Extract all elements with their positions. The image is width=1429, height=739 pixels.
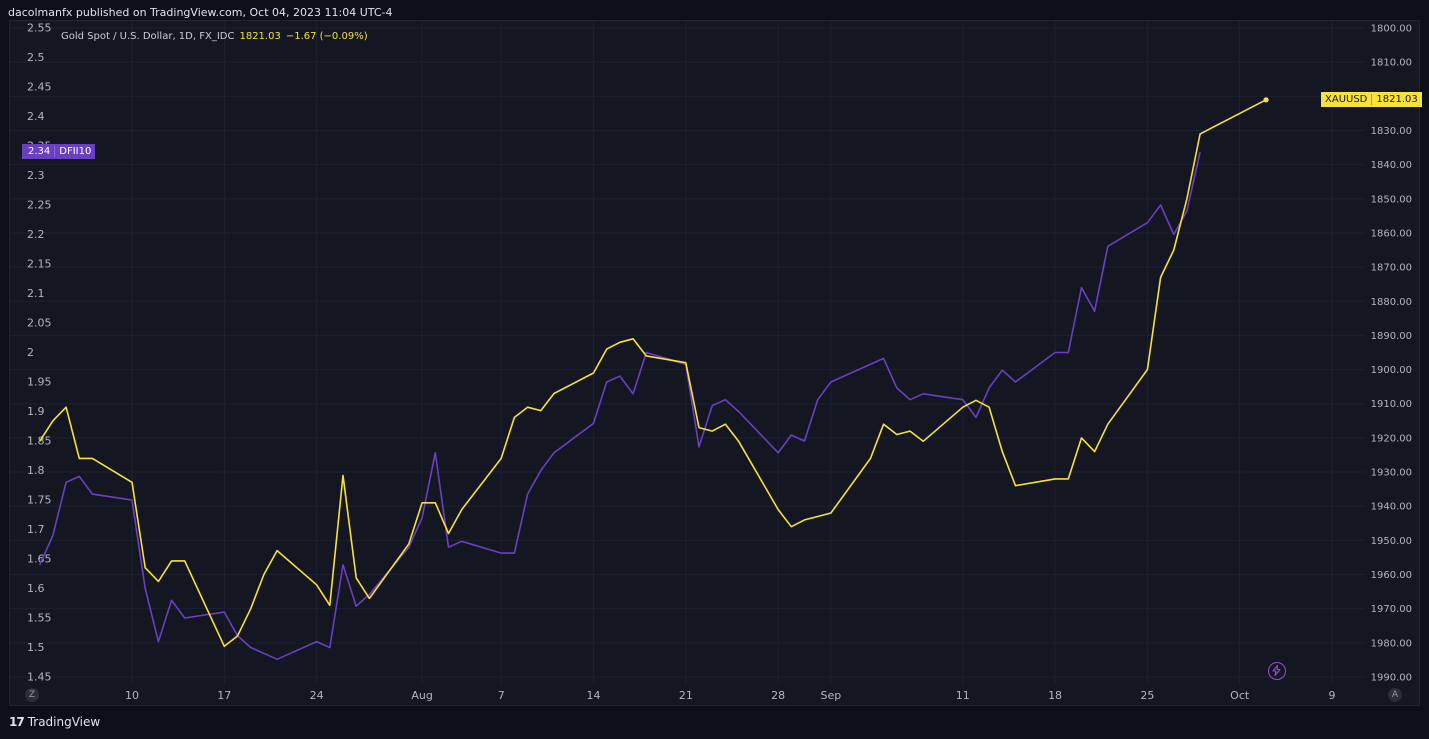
left-axis-tick-label: 2.4 <box>27 110 45 123</box>
left-axis-tick-label: 1.45 <box>27 671 52 684</box>
left-axis-tick-label: 2.1 <box>27 287 45 300</box>
legend-price: 1821.03 <box>239 31 281 42</box>
right-axis-tick-label: 1830.00 <box>1371 126 1412 137</box>
left-axis-tick-label: 1.65 <box>27 553 52 566</box>
tradingview-logo-icon: 17 <box>9 715 25 729</box>
time-axis-tick-label: 21 <box>679 689 693 702</box>
time-axis-tick-label: 11 <box>956 689 970 702</box>
time-axis[interactable]: 10 17 24 Aug 7 14 21 28 Sep 11 18 25 Oct 9 <box>125 689 1336 702</box>
left-axis-tick-label: 1.8 <box>27 464 45 477</box>
right-axis-tick-label: 1910.00 <box>1371 399 1412 410</box>
time-axis-tick-label: 17 <box>217 689 231 702</box>
symbol-legend[interactable]: Gold Spot / U.S. Dollar, 1D, FX_IDC 1821.… <box>61 31 368 42</box>
right-axis-tick-label: 1850.00 <box>1371 194 1412 205</box>
tradingview-footer[interactable]: 17 TradingView <box>9 715 100 729</box>
left-axis-tick-label: 2.45 <box>27 81 52 94</box>
right-axis-tick-label: 1970.00 <box>1371 604 1412 615</box>
right-axis-tick-label: 1810.00 <box>1371 58 1412 69</box>
left-axis-tick-label: 2.2 <box>27 228 45 241</box>
series-line-xauusd[interactable] <box>39 99 1267 648</box>
right-price-axis[interactable]: 1800.001810.001820.001830.001840.001850.… <box>1371 24 1412 684</box>
time-axis-tick-label: 28 <box>771 689 785 702</box>
legend-change: −1.67 (−0.09%) <box>285 31 368 42</box>
time-axis-tick-label: Oct <box>1230 689 1250 702</box>
left-axis-tick-label: 1.95 <box>27 376 52 389</box>
left-axis-tick-label: 2.25 <box>27 199 52 212</box>
right-axis-tick-label: 1870.00 <box>1371 263 1412 274</box>
left-axis-tick-label: 2.15 <box>27 258 52 271</box>
right-axis-tick-label: 1990.00 <box>1371 673 1412 684</box>
time-axis-tick-label: Sep <box>821 689 842 702</box>
right-axis-tick-label: 1940.00 <box>1371 502 1412 513</box>
right-axis-tick-label: 1950.00 <box>1371 536 1412 547</box>
right-axis-tick-label: 1930.00 <box>1371 468 1412 479</box>
left-axis-tick-label: 1.9 <box>27 405 45 418</box>
right-axis-tick-label: 1980.00 <box>1371 638 1412 649</box>
left-axis-tick-label: 2.05 <box>27 317 52 330</box>
time-axis-tick-label: 7 <box>498 689 505 702</box>
left-price-axis[interactable]: 2.552.52.452.42.352.32.252.22.152.12.052… <box>27 22 52 684</box>
time-axis-tick-label: 24 <box>310 689 324 702</box>
dfii10-price-tag: 2.34 DFII10 <box>22 144 96 159</box>
left-axis-tick-label: 2.5 <box>27 51 45 64</box>
left-axis-tick-label: 2.55 <box>27 22 52 35</box>
zoom-button[interactable]: Z <box>25 688 39 702</box>
time-axis-tick-label: Aug <box>411 689 432 702</box>
time-axis-tick-label: 18 <box>1048 689 1062 702</box>
xauusd-price-tag: XAUUSD 1821.03 <box>1321 92 1422 107</box>
right-axis-tick-label: 1900.00 <box>1371 365 1412 376</box>
time-axis-tick-label: 10 <box>125 689 139 702</box>
chart-page: dacolmanfx published on TradingView.com,… <box>0 0 1429 739</box>
right-axis-tick-label: 1800.00 <box>1371 24 1412 35</box>
right-axis-tick-label: 1840.00 <box>1371 160 1412 171</box>
right-axis-tick-label: 1890.00 <box>1371 331 1412 342</box>
left-axis-tick-label: 1.75 <box>27 494 52 507</box>
tradingview-footer-text: TradingView <box>27 715 101 729</box>
xauusd-tag-value: 1821.03 <box>1371 94 1421 105</box>
right-axis-tick-label: 1860.00 <box>1371 228 1412 239</box>
right-axis-tick-label: 1960.00 <box>1371 570 1412 581</box>
left-axis-tick-label: 1.7 <box>27 523 45 536</box>
grid-lines <box>10 21 1365 684</box>
legend-symbol: Gold Spot / U.S. Dollar, 1D, FX_IDC <box>61 31 235 42</box>
time-axis-tick-label: 25 <box>1140 689 1154 702</box>
xauusd-tag-name: XAUUSD <box>1325 94 1368 105</box>
left-axis-tick-label: 1.55 <box>27 612 52 625</box>
time-axis-tick-label: 9 <box>1329 689 1336 702</box>
left-axis-tick-label: 1.6 <box>27 582 45 595</box>
lightning-button[interactable] <box>1268 662 1286 680</box>
last-price-point <box>1263 97 1269 103</box>
price-chart[interactable]: 2.552.52.452.42.352.32.252.22.152.12.052… <box>0 0 1429 739</box>
left-axis-tick-label: 2.3 <box>27 169 45 182</box>
right-axis-tick-label: 1880.00 <box>1371 297 1412 308</box>
left-axis-tick-label: 1.5 <box>27 641 45 654</box>
auto-scale-button[interactable]: A <box>1388 688 1402 702</box>
lightning-icon <box>1272 665 1281 676</box>
series-line-dfii10[interactable] <box>38 151 1201 661</box>
left-axis-tick-label: 2 <box>27 346 34 359</box>
right-axis-tick-label: 1920.00 <box>1371 433 1412 444</box>
dfii10-tag-name: DFII10 <box>54 146 95 157</box>
dfii10-tag-value: 2.34 <box>28 146 51 157</box>
time-axis-tick-label: 14 <box>587 689 601 702</box>
